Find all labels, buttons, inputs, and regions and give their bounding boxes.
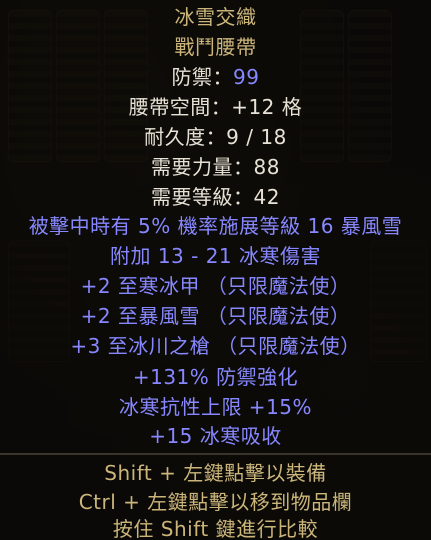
mod-line: 冰寒抗性上限 +15% — [118, 395, 313, 419]
mod-line: +15 冰寒吸收 — [149, 424, 282, 448]
move-to-inventory-hint: Ctrl + 左鍵點擊以移到物品欄 — [78, 490, 353, 514]
required-strength: 需要力量：88 — [151, 155, 280, 179]
item-type: 戰鬥腰帶 — [174, 35, 257, 59]
game-screen: 冰雪交織 戰鬥腰帶 防禦：99 腰帶空間：+12 格 耐久度：9 / 18 需要… — [0, 0, 431, 540]
item-tooltip: 冰雪交織 戰鬥腰帶 防禦：99 腰帶空間：+12 格 耐久度：9 / 18 需要… — [0, 0, 431, 540]
required-level: 需要等級：42 — [151, 185, 280, 209]
mod-line: +131% 防禦強化 — [132, 365, 299, 389]
durability-stat: 耐久度：9 / 18 — [144, 125, 287, 149]
defense-stat: 防禦：99 — [0, 64, 431, 90]
mod-line: +2 至寒冰甲 （只限魔法使） — [80, 274, 351, 298]
equip-hint: Shift + 左鍵點擊以裝備 — [104, 461, 327, 485]
defense-label: 防禦： — [171, 65, 234, 89]
compare-hint: 按住 Shift 鍵進行比較 — [112, 517, 319, 540]
belt-slots-stat: 腰帶空間：+12 格 — [128, 95, 303, 119]
mod-line: +2 至暴風雪 （只限魔法使） — [80, 304, 351, 328]
mod-line: +3 至冰川之槍 （只限魔法使） — [70, 334, 361, 358]
defense-value: 99 — [233, 65, 260, 89]
tooltip-divider — [0, 453, 431, 455]
item-name: 冰雪交織 — [174, 5, 257, 29]
mod-line: 被擊中時有 5% 機率施展等級 16 暴風雪 — [28, 214, 403, 238]
mod-line: 附加 13 - 21 冰寒傷害 — [109, 244, 322, 268]
